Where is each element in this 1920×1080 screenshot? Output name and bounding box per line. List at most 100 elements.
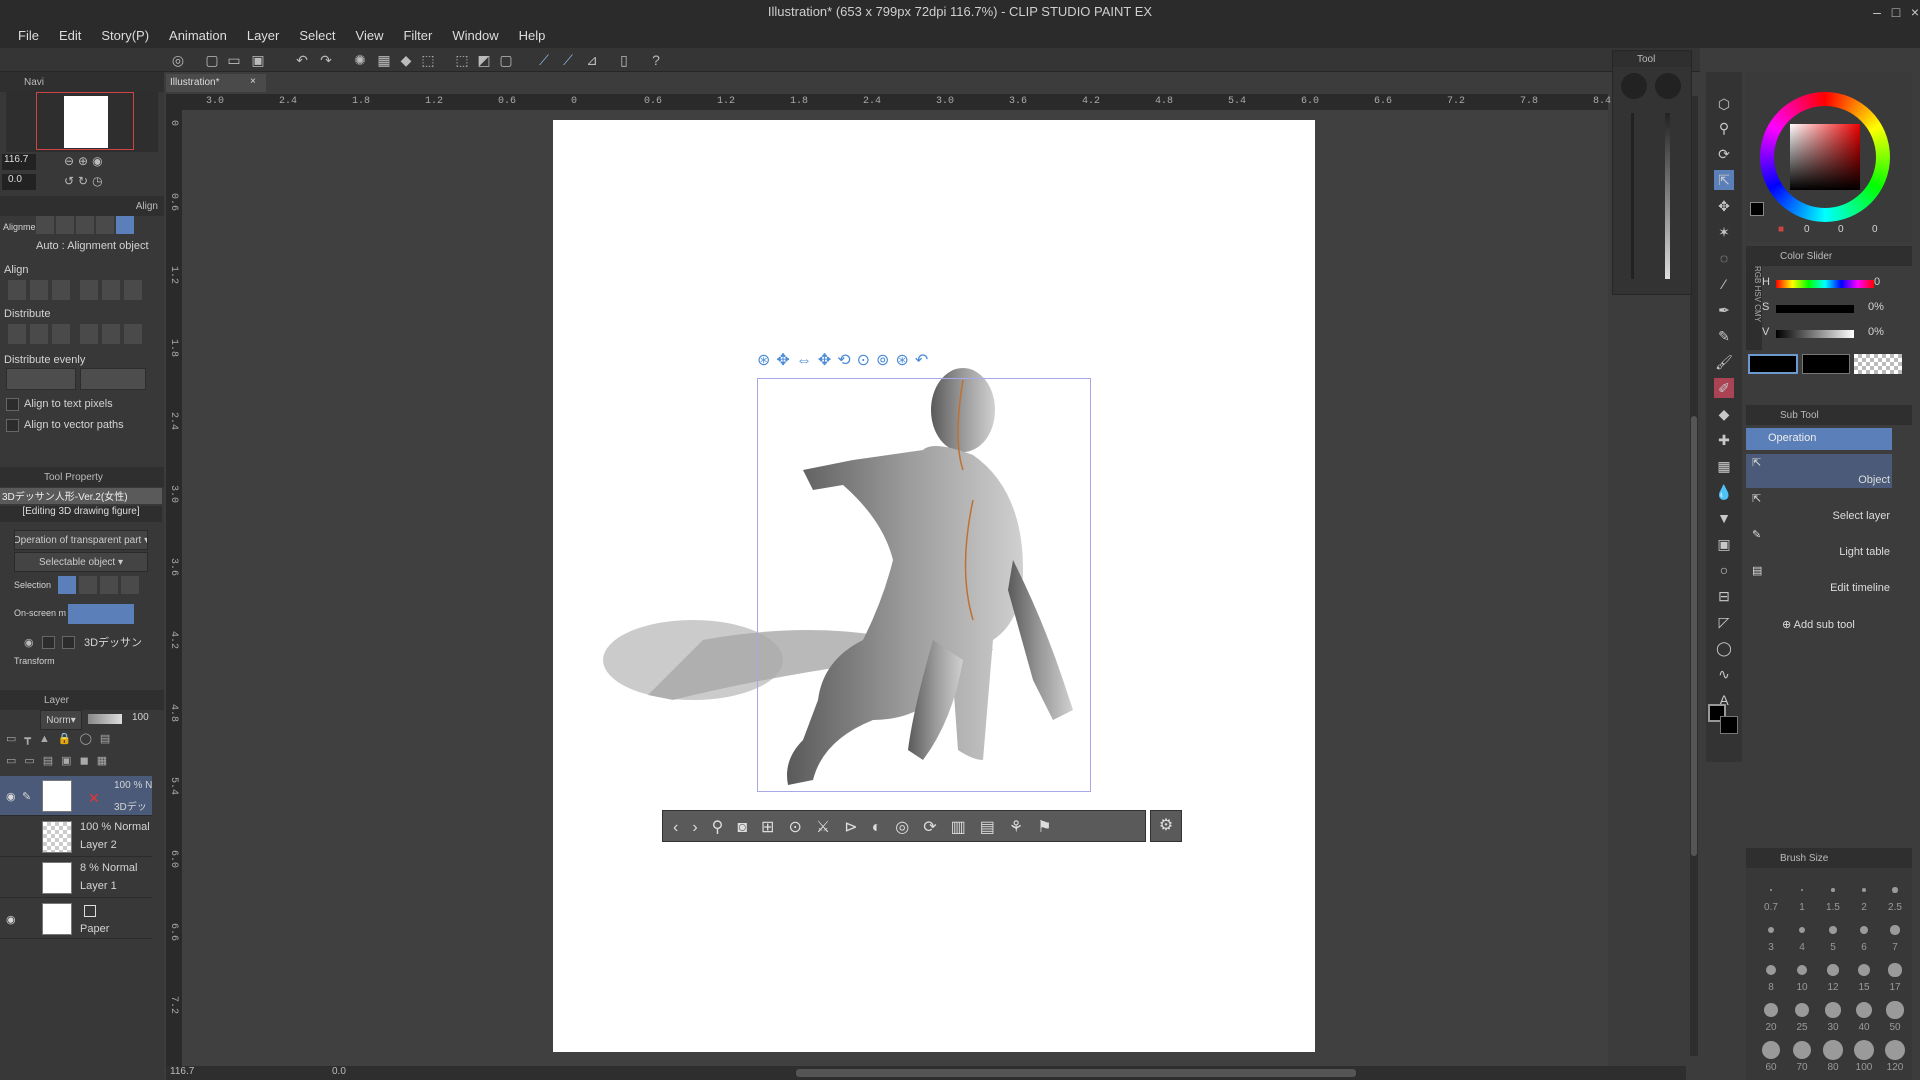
canvas-tab-close[interactable]: × [250,76,256,87]
clear-outside-icon[interactable]: ▦ [374,50,394,70]
close-window-button[interactable]: × [1904,0,1920,24]
transparent-part-select[interactable]: Operation of transparent part ▾ [14,530,148,550]
value-slider[interactable] [1776,330,1854,338]
help-icon[interactable]: ? [646,50,666,70]
3d-manipulator-icons[interactable]: ⊛✥⇔✥⟲⊙⊚⊛↶ [757,350,987,374]
status-angle[interactable]: 0.0 [332,1066,346,1077]
selection-mode-buttons[interactable] [58,576,144,596]
rotate-icon[interactable]: ⟳ [1714,144,1734,164]
align-text-pixels-checkbox[interactable] [6,398,19,411]
object-tool-icon[interactable]: ⇱ [1714,170,1734,190]
align-bottom-button[interactable] [124,280,142,300]
brush-size-dot[interactable] [1888,963,1902,977]
brush-size-dot[interactable] [1794,1002,1810,1018]
menu-help[interactable]: Help [509,24,556,48]
align-buttons[interactable] [8,280,142,300]
menu-select[interactable]: Select [289,24,345,48]
fill-bucket-icon[interactable]: ▼ [1714,508,1734,528]
align-top-button[interactable] [80,280,98,300]
selection-icon[interactable]: ▢ [496,50,516,70]
opacity-slider[interactable] [88,714,122,724]
distribute-evenly-vertical-button[interactable] [6,368,76,390]
navigator-angle-field[interactable]: 0.0 [2,174,36,190]
horizontal-scrollbar[interactable] [796,1069,1356,1077]
alignment-mode-buttons[interactable] [36,216,146,236]
grid-icon[interactable]: ▦ [1714,456,1734,476]
subtool-edit-timeline[interactable]: ▤ Edit timeline [1746,562,1892,596]
navigator-rotate-buttons[interactable]: ↺↻◷ [64,174,107,188]
layer-eye-icon[interactable]: ◉ [6,790,16,803]
clear-icon[interactable]: ✺ [350,50,370,70]
blend-mode-select[interactable]: Norm ▾ [40,710,82,730]
color-slider-mode-tabs[interactable]: RGB HSV CMY [1746,266,1762,350]
launcher-buttons[interactable]: ‹›⚲◙⊞⊙⚔⊳◐◎⟳▥▤⚘⚑ [673,817,1066,837]
brush-size-dot[interactable] [1827,964,1839,976]
layer-row-2[interactable]: 100 % Normal Layer 2 [0,817,152,857]
align-center-button[interactable] [30,280,48,300]
open-file-icon[interactable]: ▭ [224,50,244,70]
brush-size-dot[interactable] [1798,926,1806,934]
move-layer-icon[interactable]: ✥ [1714,196,1734,216]
s-value[interactable]: 0% [1868,301,1884,313]
blend-icon[interactable]: ✚ [1714,430,1734,450]
menu-story[interactable]: Story(P) [91,24,159,48]
brush-size-dot[interactable] [1768,927,1774,933]
menu-window[interactable]: Window [442,24,508,48]
hue-slider[interactable] [1776,280,1874,288]
transform-icon[interactable]: ⬚ [418,50,438,70]
brush-size-dot[interactable] [1762,1041,1780,1059]
layer-eye-icon[interactable]: ◉ [6,913,16,926]
eye-icon[interactable]: ◉ [24,636,34,649]
snap-special-ruler-icon[interactable]: ⟋ [558,50,578,70]
figure-icon[interactable]: ○ [1714,560,1734,580]
canvas-tab[interactable]: Illustration* × [166,74,266,92]
layer-row-3d[interactable]: ◉ ✎ ✕ 100 % N 3Dデッ [0,776,152,816]
align-right-button[interactable] [52,280,70,300]
brush-size-dot[interactable] [1885,1040,1905,1060]
redo-icon[interactable]: ↷ [316,50,336,70]
zoom-icon[interactable]: ⚲ [1714,118,1734,138]
invert-selection-icon[interactable]: ◩ [474,50,494,70]
fill-icon[interactable]: ◆ [396,50,416,70]
brush-size-dot[interactable] [1825,1002,1841,1018]
lasso-icon[interactable]: ◌ [1714,248,1734,268]
opacity-bar[interactable] [1665,113,1670,279]
deselect-icon[interactable]: ⬚ [452,50,472,70]
brush-size-dot[interactable] [1855,1001,1873,1019]
brush-size-dot[interactable] [1823,1040,1843,1060]
undo-icon[interactable]: ↶ [292,50,312,70]
onscreen-manipulator-buttons[interactable] [68,604,134,624]
canvas-paper[interactable]: ⊛✥⇔✥⟲⊙⊚⊛↶ [553,120,1315,1052]
wheel-main-swatch[interactable] [1750,202,1764,216]
layer-row-paper[interactable]: ◉ Paper [0,899,152,939]
navigator-zoom-field[interactable]: 116.7 [2,154,36,170]
pencil-icon[interactable]: ✎ [1714,326,1734,346]
align-vector-paths-checkbox[interactable] [6,419,19,432]
align-tab[interactable]: Align [136,201,158,212]
brush-size-dot[interactable] [1764,1003,1778,1017]
menu-filter[interactable]: Filter [393,24,442,48]
slider-sub-color[interactable] [1802,354,1850,374]
magic-wand-icon[interactable]: ✶ [1714,222,1734,242]
selectable-object-select[interactable]: Selectable object ▾ [14,552,148,572]
layer-tool-row-2[interactable]: ▭▭▤▣◼▦ [6,754,158,772]
size-bar[interactable] [1631,113,1634,279]
brush-size-dot[interactable] [1890,925,1900,935]
brush-size-dot[interactable] [1766,965,1776,975]
navigator-preview[interactable] [6,92,158,152]
airbrush-icon[interactable]: ✐ [1714,378,1734,398]
eraser-icon[interactable]: ◆ [1714,404,1734,424]
distribute-buttons[interactable] [8,324,142,344]
sv-square[interactable] [1790,124,1860,190]
eyedropper-icon[interactable]: ⁄ [1714,274,1734,294]
align-left-button[interactable] [8,280,26,300]
layer-tool-row-1[interactable]: ▭┳▲🔒◯▤ [6,732,158,750]
brush-size-dot[interactable] [1800,888,1804,892]
navigator-zoom-buttons[interactable]: ⊖⊕◉ [64,154,107,168]
saturation-slider[interactable] [1776,305,1854,313]
distribute-evenly-horizontal-button[interactable] [80,368,146,390]
brush-size-dot[interactable] [1861,887,1867,893]
snap-ruler-icon[interactable]: ⟋ [534,50,554,70]
hsv-tab[interactable]: HSV [1753,286,1762,302]
align-middle-button[interactable] [102,280,120,300]
